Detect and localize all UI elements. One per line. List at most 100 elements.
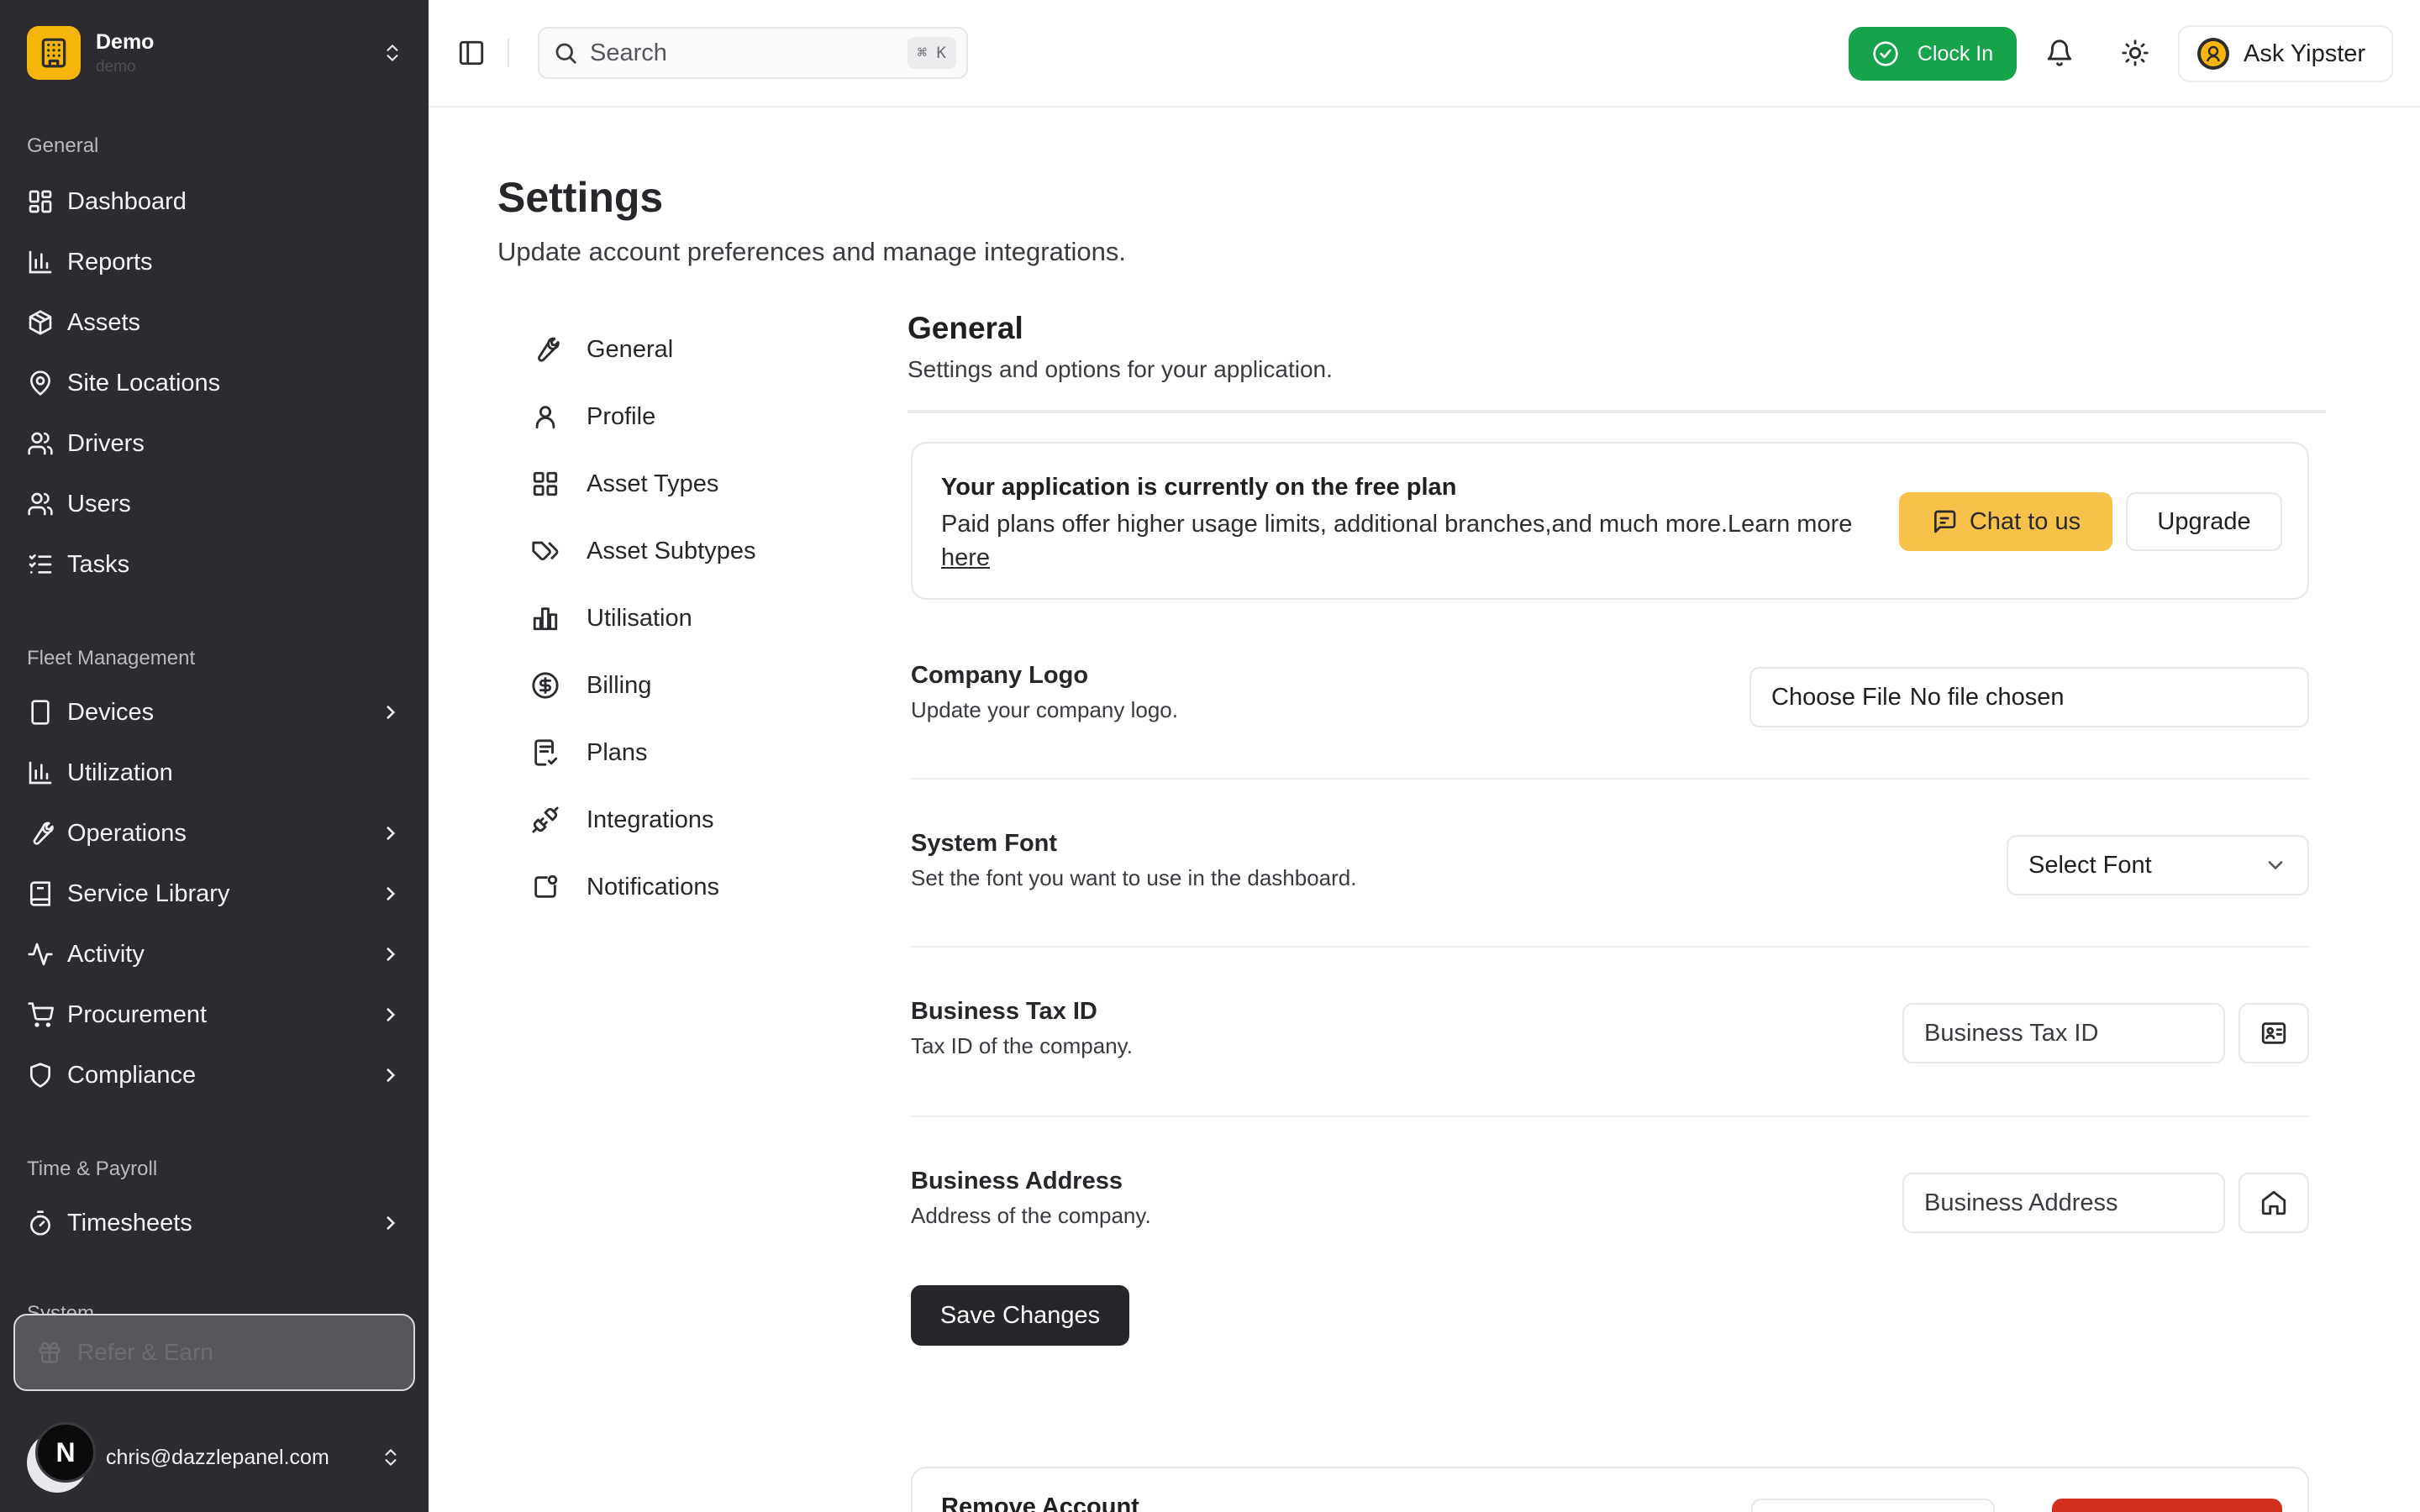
- settings-tab-label: General: [587, 335, 674, 363]
- sun-icon[interactable]: [2121, 39, 2149, 67]
- choose-file-button[interactable]: Choose File: [1771, 684, 1902, 711]
- settings-tab-asset-types[interactable]: Asset Types: [531, 464, 718, 504]
- clock-in-button[interactable]: Clock In: [1849, 27, 2017, 81]
- building-icon: [27, 26, 81, 80]
- avatar-initial: N: [35, 1422, 96, 1483]
- address-icon-button[interactable]: [2238, 1173, 2309, 1233]
- system-font-label: System Font: [911, 830, 1058, 857]
- sidebar-item-procurement[interactable]: Procurement: [27, 990, 402, 1040]
- sidebar-item-site-locations[interactable]: Site Locations: [27, 358, 402, 408]
- wrench-icon: [33, 822, 54, 845]
- ask-yipster-label: Ask Yipster: [2244, 39, 2366, 67]
- sidebar-item-dashboard[interactable]: Dashboard: [27, 176, 402, 227]
- avatar: N: [27, 1422, 97, 1493]
- system-font-value: Select Font: [2028, 851, 2152, 879]
- settings-tab-asset-subtypes[interactable]: Asset Subtypes: [531, 531, 756, 571]
- check-circle-icon: [1873, 41, 1898, 66]
- timer-icon: [30, 1210, 50, 1236]
- list-checks-icon: [29, 554, 52, 574]
- page-title: Settings: [497, 174, 664, 221]
- id-card-icon: [2261, 1022, 2286, 1044]
- sidebar-item-timesheets[interactable]: Timesheets: [27, 1198, 402, 1248]
- sidebar-item-users[interactable]: Users: [27, 479, 402, 529]
- plan-learn-more-link[interactable]: here: [941, 544, 990, 571]
- yipster-logo-icon: [2197, 38, 2229, 70]
- chevron-down-icon: [2268, 861, 2283, 870]
- tablet-icon: [31, 700, 50, 725]
- settings-tab-billing[interactable]: Billing: [531, 665, 651, 706]
- chevron-right-icon: [387, 887, 396, 900]
- sidebar-item-tasks[interactable]: Tasks: [27, 539, 402, 590]
- settings-tab-plans[interactable]: Plans: [531, 732, 648, 773]
- sidebar-item-utilization[interactable]: Utilization: [27, 748, 402, 798]
- file-status: No file chosen: [1909, 683, 2065, 711]
- nav-group-system: System: [27, 1304, 94, 1314]
- sidebar-item-service-library[interactable]: Service Library: [27, 869, 402, 919]
- remove-account-secondary-button[interactable]: [1751, 1499, 1995, 1512]
- address-desc: Address of the company.: [911, 1203, 1151, 1228]
- plan-title: Your application is currently on the fre…: [941, 474, 1457, 501]
- map-pin-icon: [29, 370, 51, 396]
- sidebar-item-label: Dashboard: [67, 187, 187, 215]
- package-icon: [29, 310, 52, 335]
- sidebar-item-assets[interactable]: Assets: [27, 297, 402, 348]
- settings-tab-general[interactable]: General: [531, 329, 673, 370]
- settings-tab-integrations[interactable]: Integrations: [531, 800, 714, 840]
- sidebar-toggle-icon[interactable]: [457, 39, 486, 67]
- company-logo-desc: Update your company logo.: [911, 697, 1178, 722]
- chevron-right-icon: [387, 1068, 396, 1082]
- sidebar-item-label: Drivers: [67, 429, 145, 457]
- row-divider: [911, 1116, 2309, 1117]
- sidebar-item-label: Site Locations: [67, 369, 221, 396]
- section-subtitle: Settings and options for your applicatio…: [908, 356, 1333, 382]
- row-divider: [911, 778, 2309, 780]
- clock-in-label: Clock In: [1917, 41, 1994, 66]
- chat-to-us-button[interactable]: Chat to us: [1899, 492, 2112, 551]
- settings-tab-label: Asset Subtypes: [587, 537, 756, 564]
- search-shortcut: ⌘ K: [907, 37, 956, 69]
- settings-tab-utilisation[interactable]: Utilisation: [531, 598, 692, 638]
- settings-tab-label: Integrations: [587, 806, 714, 833]
- bar-chart-icon: [29, 761, 52, 785]
- plan-card: Your application is currently on the fre…: [911, 442, 2309, 600]
- user-menu[interactable]: N chris@dazzlepanel.com: [27, 1420, 402, 1495]
- sidebar-item-activity[interactable]: Activity: [27, 929, 402, 979]
- company-logo-file-input[interactable]: Choose File No file chosen: [1749, 667, 2309, 727]
- sidebar-item-devices[interactable]: Devices: [27, 687, 402, 738]
- settings-tab-label: Utilisation: [587, 604, 692, 632]
- settings-tab-profile[interactable]: Profile: [531, 396, 655, 437]
- address-input[interactable]: [1902, 1173, 2225, 1233]
- sidebar-item-label: Users: [67, 490, 131, 517]
- refer-earn-button[interactable]: Refer & Earn: [13, 1314, 415, 1391]
- search-input[interactable]: Search ⌘ K: [538, 27, 968, 79]
- tax-id-input[interactable]: [1902, 1003, 2225, 1063]
- sidebar-item-reports[interactable]: Reports: [27, 237, 402, 287]
- ask-yipster-button[interactable]: Ask Yipster: [2178, 25, 2393, 82]
- remove-account-button[interactable]: [2052, 1499, 2282, 1512]
- activity-icon: [28, 942, 53, 966]
- bell-icon[interactable]: [2045, 39, 2074, 67]
- sidebar-item-label: Activity: [67, 940, 145, 968]
- sidebar-item-drivers[interactable]: Drivers: [27, 418, 402, 469]
- system-font-select[interactable]: Select Font: [2007, 835, 2309, 895]
- chevron-right-icon: [387, 1008, 396, 1021]
- settings-tab-notifications[interactable]: Notifications: [531, 867, 719, 907]
- sidebar-item-label: Compliance: [67, 1061, 197, 1089]
- upgrade-button[interactable]: Upgrade: [2126, 492, 2282, 551]
- chevron-right-icon: [387, 706, 396, 719]
- sidebar-item-compliance[interactable]: Compliance: [27, 1050, 402, 1100]
- sidebar-item-operations[interactable]: Operations: [27, 808, 402, 858]
- chevron-right-icon: [387, 1216, 396, 1230]
- user-icon: [535, 406, 555, 429]
- save-changes-button[interactable]: Save Changes: [911, 1285, 1129, 1346]
- org-switcher[interactable]: Demo demo: [27, 25, 403, 81]
- topbar: Search ⌘ K Clock In Ask Yipster: [429, 0, 2420, 108]
- grid-icon: [533, 471, 558, 496]
- sidebar-item-label: Reports: [67, 248, 153, 276]
- search-icon: [555, 43, 576, 64]
- section-divider: [908, 410, 2326, 413]
- tax-id-icon-button[interactable]: [2238, 1003, 2309, 1063]
- section-title: General: [908, 311, 1023, 345]
- chevrons-up-down-icon: [385, 1449, 397, 1466]
- org-slug: demo: [96, 57, 136, 76]
